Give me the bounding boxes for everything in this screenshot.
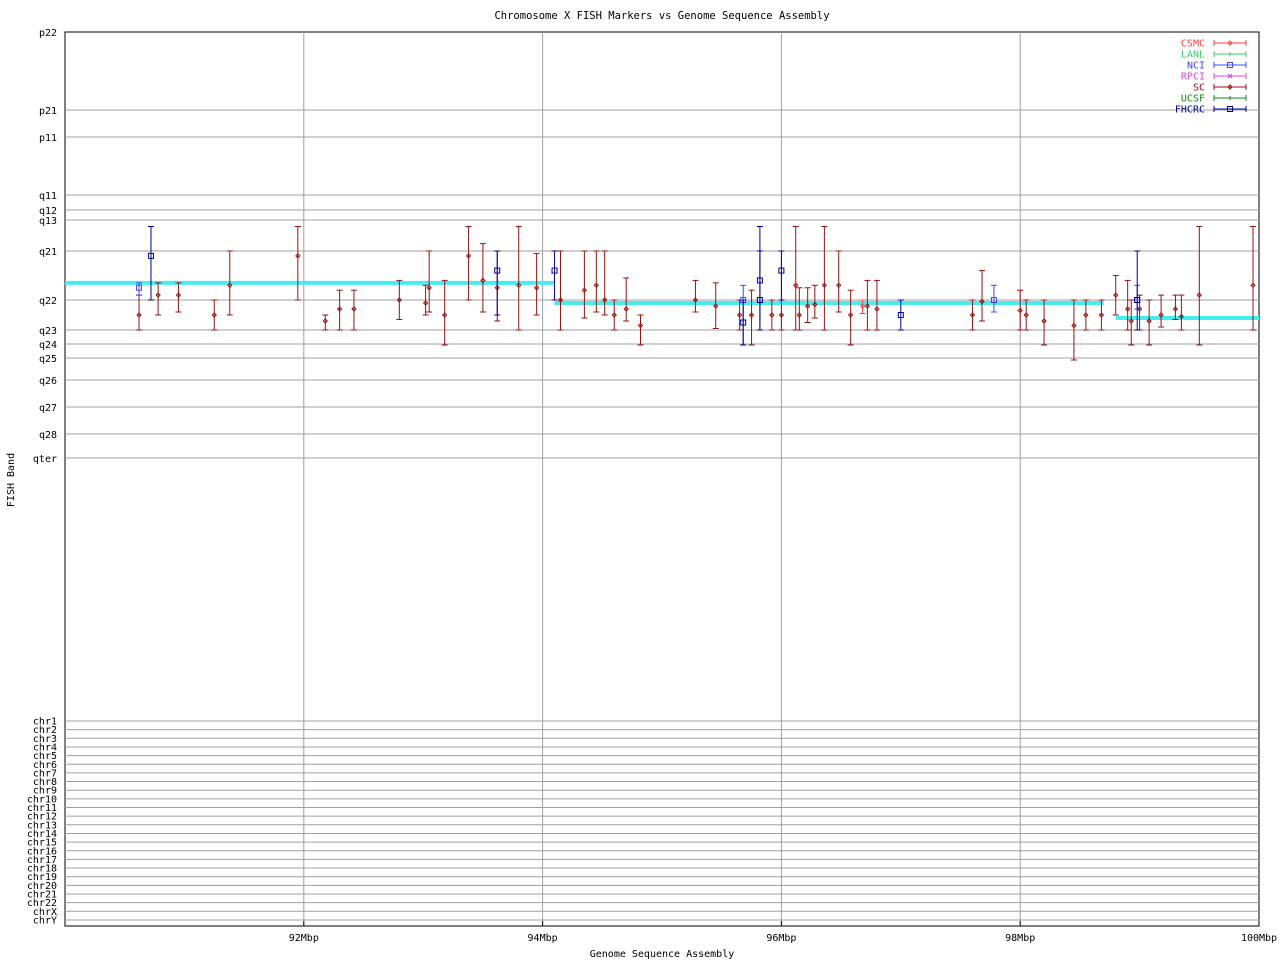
- plot-area: [64, 31, 1260, 927]
- band-tick-label: p11: [39, 133, 57, 144]
- legend-label: CSMC: [1181, 39, 1205, 50]
- band-tick-label: p21: [39, 106, 57, 117]
- band-tick-label: p22: [39, 28, 57, 39]
- band-tick-label: qter: [33, 454, 57, 465]
- band-tick-label: q13: [39, 216, 57, 227]
- y-axis-label: FISH Band: [6, 453, 17, 507]
- legend-label: NCI: [1187, 61, 1205, 72]
- legend-label: LANL: [1181, 50, 1205, 61]
- band-tick-label: q24: [39, 340, 57, 351]
- band-tick-labels: p22p21p11q11q12q13q21q22q23q24q25q26q27q…: [27, 28, 57, 926]
- band-tick-label: q21: [39, 247, 57, 258]
- band-tick-label: q22: [39, 296, 57, 307]
- legend-label: SC: [1193, 83, 1205, 94]
- chr-tick-label: chrY: [33, 915, 57, 926]
- legend-label: RPCI: [1181, 72, 1205, 83]
- x-tick-label: 100Mbp: [1241, 933, 1277, 944]
- chart-title: Chromosome X FISH Markers vs Genome Sequ…: [494, 10, 829, 22]
- band-tick-label: q11: [39, 191, 57, 202]
- legend-label: UCSF: [1181, 94, 1205, 105]
- band-tick-label: q23: [39, 326, 57, 337]
- x-axis-label: Genome Sequence Assembly: [590, 949, 735, 960]
- band-tick-label: q27: [39, 403, 57, 414]
- x-tick-labels: 92Mbp 94Mbp 96Mbp 98Mbp 100Mbp: [289, 933, 1277, 944]
- fish-marker-chart: p22p21p11q11q12q13q21q22q23q24q25q26q27q…: [6, 10, 1277, 960]
- x-tick-label: 94Mbp: [528, 933, 558, 944]
- band-tick-label: q25: [39, 354, 57, 365]
- x-tick-label: 98Mbp: [1005, 933, 1035, 944]
- band-tick-label: q28: [39, 430, 57, 441]
- band-tick-label: q26: [39, 376, 57, 387]
- x-tick-label: 96Mbp: [766, 933, 796, 944]
- x-tick-label: 92Mbp: [289, 933, 319, 944]
- legend-label: FHCRC: [1175, 105, 1205, 116]
